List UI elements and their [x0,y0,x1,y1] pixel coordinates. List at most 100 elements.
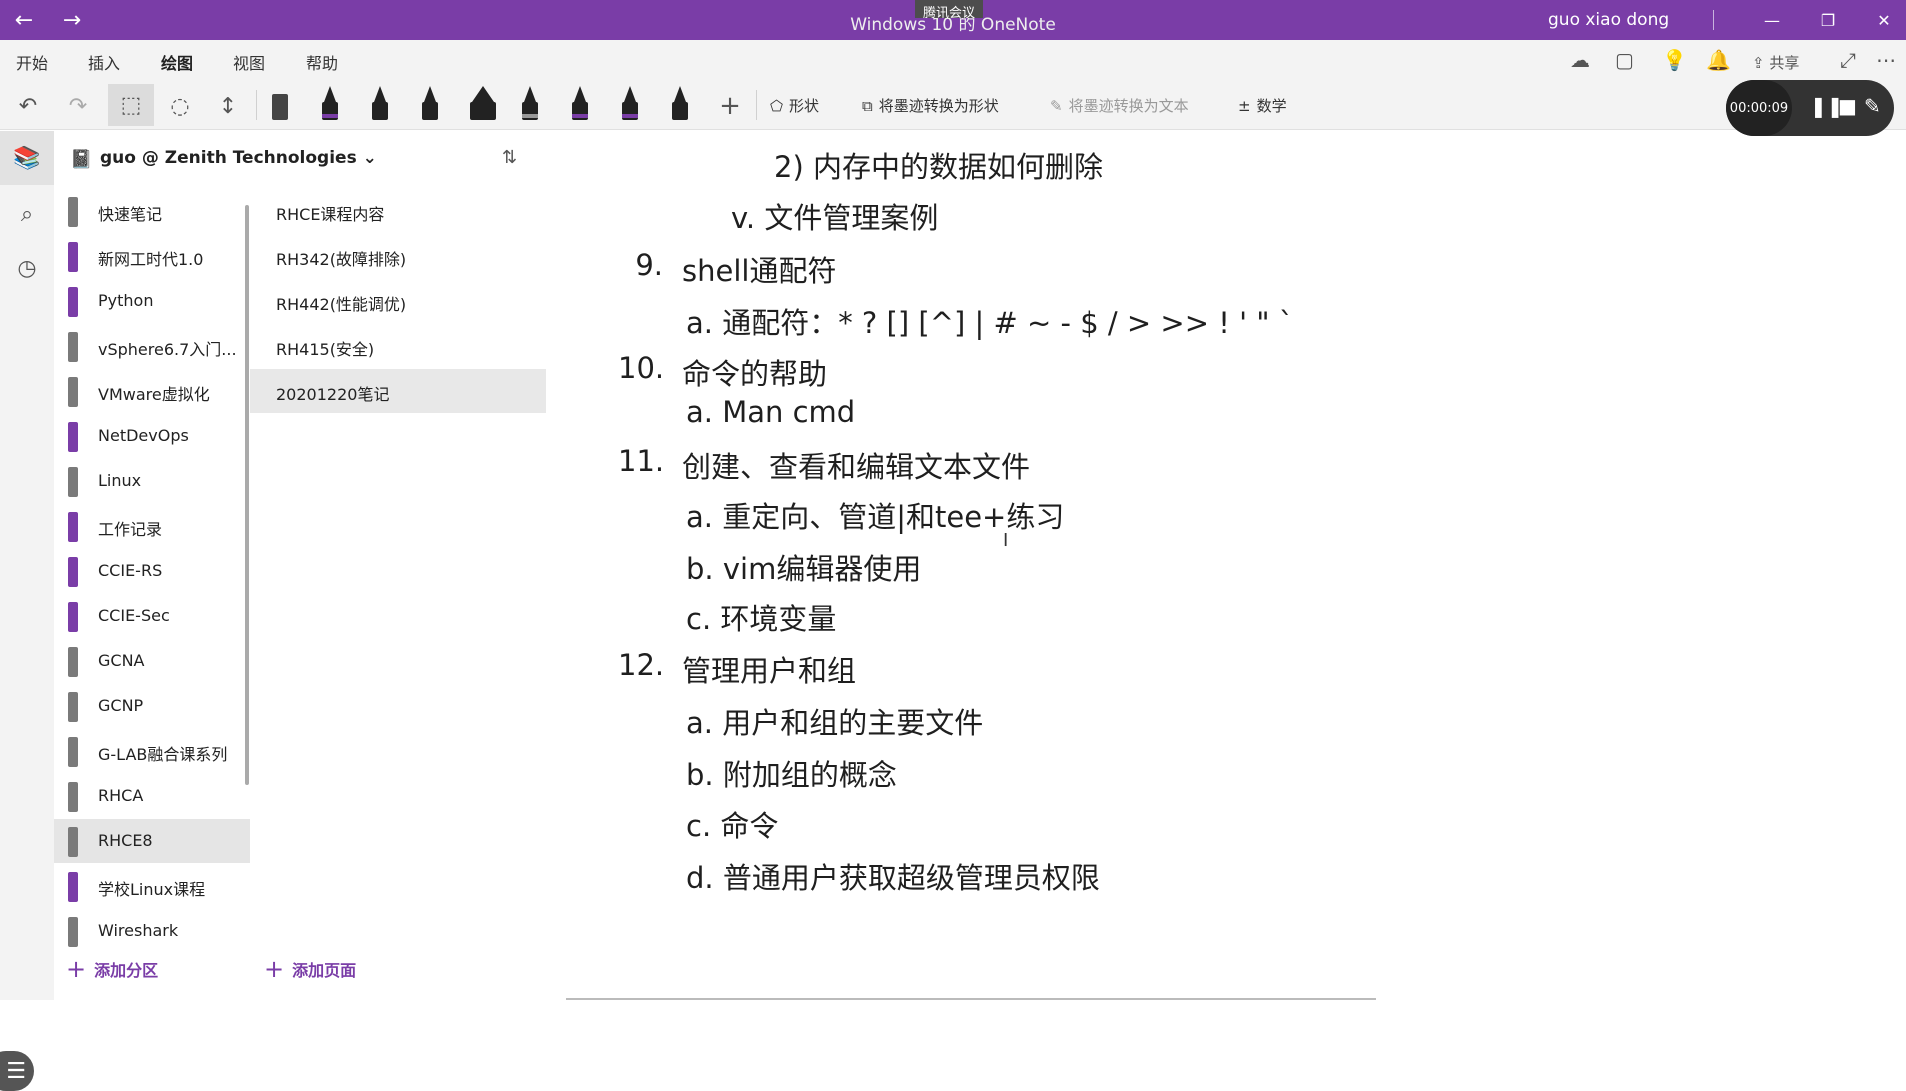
section-item[interactable]: GCNA [54,639,250,683]
note-heading[interactable]: 管理用户和组 [682,648,856,690]
pen-3-icon[interactable] [418,84,442,126]
tab-draw[interactable]: 绘图 [161,50,194,84]
page-item[interactable]: RH442(性能调优) [250,279,546,323]
tab-help[interactable]: 帮助 [306,50,338,74]
share-button[interactable]: ⇪ 共享 [1752,52,1799,73]
ink-to-text-button[interactable]: ✎ 将墨迹转换为文本 [1050,95,1189,116]
ribbon-divider [756,90,757,120]
pen-annotate-icon[interactable]: ✎ [1864,94,1881,118]
add-space-icon[interactable]: ↕ [212,90,244,122]
section-item[interactable]: 工作记录 [54,504,250,548]
search-icon[interactable]: ⌕ [12,199,42,229]
recent-clock-icon[interactable]: ◷ [12,253,42,283]
expand-icon[interactable]: ⤢ [1840,48,1856,72]
section-item[interactable]: RHCE8 [54,819,250,863]
section-label: GCNA [98,651,145,670]
pen-6-icon[interactable] [618,84,642,126]
section-label: CCIE-RS [98,561,163,580]
note-line[interactable]: a. 通配符：* ? [] [^] | # ~ - $ / > >> ! ' "… [686,300,1293,342]
minimize-icon[interactable]: — [1744,0,1800,40]
plus-icon: + [66,955,87,983]
add-page-button[interactable]: + 添加页面 [264,955,356,983]
user-name[interactable]: guo xiao dong [1548,10,1669,30]
note-line[interactable]: a. 用户和组的主要文件 [686,700,983,742]
note-heading[interactable]: 创建、查看和编辑文本文件 [682,444,1030,486]
notebook-name[interactable]: guo @ Zenith Technologies ⌄ [100,148,377,168]
section-item[interactable]: RHCA [54,774,250,818]
page-item[interactable]: 20201220笔记 [250,369,546,413]
math-button[interactable]: ± 数学 [1238,95,1287,116]
more-icon[interactable]: ⋯ [1876,48,1896,72]
pen-2-icon[interactable] [368,84,392,126]
section-label: VMware虚拟化 [98,385,210,404]
select-tool-icon[interactable]: ⬚ [108,84,154,126]
section-color-tab [68,512,78,542]
section-item[interactable]: NetDevOps [54,414,250,458]
redo-icon[interactable]: ↷ [62,90,94,122]
undo-icon[interactable]: ↶ [12,90,44,122]
tab-home[interactable]: 开始 [16,50,48,74]
tab-insert[interactable]: 插入 [88,50,120,74]
note-line[interactable]: b. vim编辑器使用 [686,546,921,588]
add-pen-icon[interactable]: + [714,90,746,122]
sort-icon[interactable]: ⇅ [502,147,517,168]
title-bar: ← → Windows 10 的 OneNote 腾讯会议 guo xiao d… [0,0,1906,40]
note-line[interactable]: b. 附加组的概念 [686,752,897,794]
list-toggle-icon[interactable]: ☰ [0,1051,34,1091]
note-line[interactable]: d. 普通用户获取超级管理员权限 [686,855,1100,897]
tab-view[interactable]: 视图 [233,50,265,74]
recording-timer: 00:00:09 [1726,80,1792,136]
section-item[interactable]: 新网工时代1.0 [54,234,250,278]
list-number: 11. [618,444,665,478]
eraser-icon[interactable] [268,84,292,126]
pen-7-icon[interactable] [668,84,692,126]
bell-icon[interactable]: 🔔 [1706,48,1731,72]
lasso-icon[interactable]: ◌ [164,90,196,122]
note-line[interactable]: c. 环境变量 [686,596,836,638]
page-item[interactable]: RH342(故障排除) [250,234,546,278]
ink-to-shape-button[interactable]: ⧉ 将墨迹转换为形状 [862,95,999,116]
section-item[interactable]: Wireshark [54,909,250,953]
section-label: NetDevOps [98,426,189,445]
note-line[interactable]: c. 命令 [686,803,778,845]
list-number: 9. [635,248,663,282]
section-item[interactable]: CCIE-Sec [54,594,250,638]
text-cursor-icon: Ι [1003,530,1009,551]
pen-1-icon[interactable] [318,84,342,126]
restore-icon[interactable]: ❐ [1800,0,1856,40]
note-heading[interactable]: 命令的帮助 [682,351,827,393]
notebooks-icon[interactable]: 📚 [0,131,54,185]
section-item[interactable]: Python [54,279,250,323]
note-line[interactable]: 2) 内存中的数据如何删除 [774,144,1103,186]
note-line[interactable]: a. Man cmd [686,395,855,429]
shapes-button[interactable]: ⬠ 形状 [770,95,819,116]
note-line[interactable]: v. 文件管理案例 [731,195,938,237]
section-item[interactable]: 快速笔记 [54,189,250,233]
notebook-header[interactable]: 📓 guo @ Zenith Technologies ⌄ ⇅ [54,131,546,189]
section-item[interactable]: Linux [54,459,250,503]
section-scrollbar[interactable] [245,205,249,785]
section-item[interactable]: GCNP [54,684,250,728]
section-item[interactable]: VMware虚拟化 [54,369,250,413]
notebook-view-icon[interactable]: ▢ [1615,48,1634,72]
note-heading[interactable]: shell通配符 [682,248,836,290]
section-item[interactable]: G-LAB融合课系列 [54,729,250,773]
section-item[interactable]: vSphere6.7入门... [54,324,250,368]
pen-4-icon[interactable] [518,84,542,126]
lightbulb-icon[interactable]: 💡 [1662,48,1687,72]
section-label: 学校Linux课程 [98,880,206,899]
section-color-tab [68,377,78,407]
stop-icon[interactable]: ■ [1838,94,1857,118]
shapes-label: 形状 [789,97,820,115]
add-section-button[interactable]: + 添加分区 [66,955,158,983]
page-item[interactable]: RH415(安全) [250,324,546,368]
section-item[interactable]: 学校Linux课程 [54,864,250,908]
close-icon[interactable]: ✕ [1856,0,1906,40]
highlighter-icon[interactable] [466,84,500,126]
sync-icon[interactable]: ☁ [1570,48,1590,72]
pen-5-icon[interactable] [568,84,592,126]
page-label: RH442(性能调优) [276,295,407,314]
section-list: 快速笔记 新网工时代1.0 Python vSphere6.7入门... VMware虚… [54,189,250,1000]
section-item[interactable]: CCIE-RS [54,549,250,593]
page-item[interactable]: RHCE课程内容 [250,189,546,233]
